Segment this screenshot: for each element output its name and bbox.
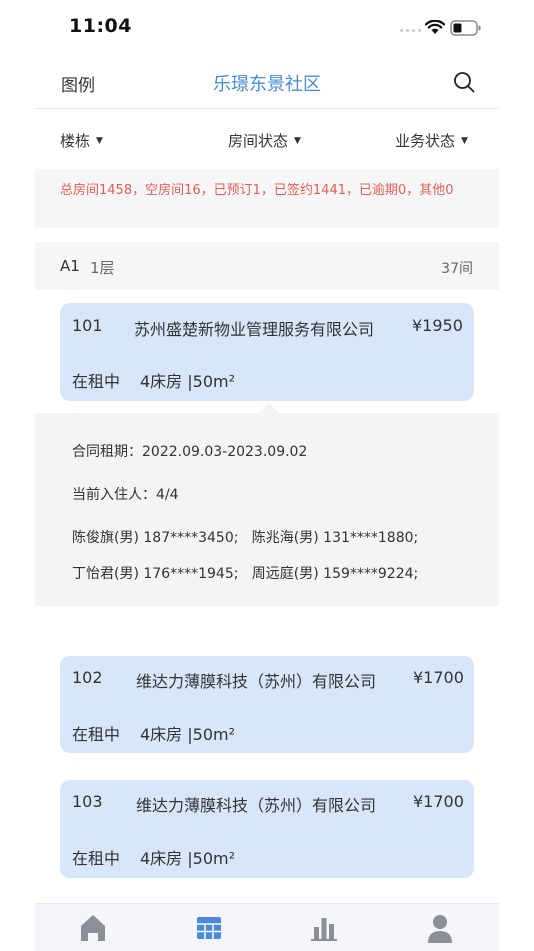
room-number: 102	[72, 668, 103, 687]
floor-code: A1	[60, 257, 80, 275]
filter-business-status[interactable]: 业务状态 ▼	[395, 130, 468, 151]
room-status: 在租中	[72, 372, 121, 391]
tab-rooms[interactable]	[189, 913, 229, 943]
residents-row-1: 陈俊旗(男) 187****3450; 陈兆海(男) 131****1880;	[72, 530, 419, 546]
floor-room-count: 37间	[441, 261, 473, 277]
room-price: ¥1700	[413, 792, 464, 811]
tab-profile[interactable]	[420, 913, 460, 943]
room-type: 4床房 |50m²	[140, 372, 236, 391]
caret-down-icon: ▼	[96, 135, 103, 146]
room-price: ¥1950	[412, 316, 463, 335]
nav-divider	[35, 108, 499, 109]
room-status: 在租中	[72, 725, 121, 744]
search-icon[interactable]	[453, 71, 475, 97]
room-company: 维达力薄膜科技（苏州）有限公司	[136, 796, 377, 815]
filter-building[interactable]: 楼栋 ▼	[60, 130, 103, 151]
contract-period: 合同租期：2022.09.03-2023.09.02	[72, 444, 308, 460]
grid-icon	[197, 917, 221, 939]
tab-statistics[interactable]	[304, 913, 344, 943]
room-status: 在租中	[72, 849, 121, 868]
room-company: 维达力薄膜科技（苏州）有限公司	[136, 672, 377, 691]
bar-chart-icon	[311, 918, 337, 941]
status-time: 11:04	[69, 15, 132, 37]
residents-row-2: 丁怡君(男) 176****1945; 周远庭(男) 159****9224;	[72, 566, 419, 582]
wifi-icon	[424, 19, 446, 39]
home-icon	[81, 915, 105, 941]
room-company: 苏州盛楚新物业管理服务有限公司	[134, 320, 375, 339]
floor-level: 1层	[90, 259, 115, 277]
filter-business-status-label: 业务状态	[395, 132, 456, 150]
room-type: 4床房 |50m²	[140, 725, 236, 744]
filter-room-status-label: 房间状态	[228, 132, 289, 150]
signal-icon	[400, 29, 421, 32]
summary-text: 总房间1458，空房间16，已预订1，已签约1441，已逾期0，其他0	[60, 183, 454, 198]
room-number: 101	[72, 316, 103, 335]
occupancy: 当前入住人：4/4	[72, 487, 179, 503]
room-type: 4床房 |50m²	[140, 849, 236, 868]
room-number: 103	[72, 792, 103, 811]
caret-down-icon: ▼	[294, 135, 301, 146]
battery-icon	[450, 20, 482, 40]
person-icon	[428, 915, 452, 943]
filter-building-label: 楼栋	[60, 132, 91, 150]
detail-pointer	[259, 403, 279, 413]
tab-home[interactable]	[73, 913, 113, 943]
caret-down-icon: ▼	[461, 135, 468, 146]
room-price: ¥1700	[413, 668, 464, 687]
filter-room-status[interactable]: 房间状态 ▼	[228, 130, 301, 151]
